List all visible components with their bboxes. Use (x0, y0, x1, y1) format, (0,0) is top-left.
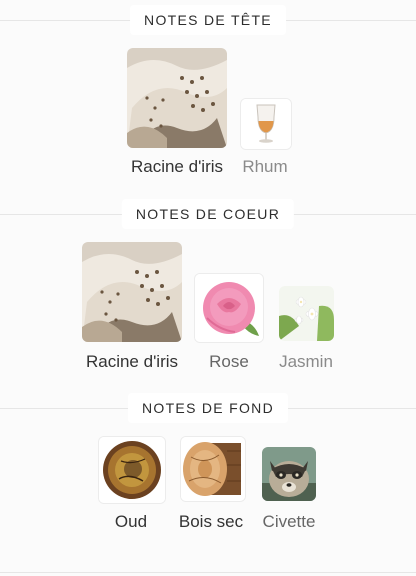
note-label: Oud (114, 512, 148, 531)
jasmine-image (279, 286, 334, 341)
section-header-top-notes: NOTES DE TÊTE (0, 3, 416, 37)
note-label: Jasmin (279, 352, 333, 371)
section-header-heart-notes: NOTES DE COEUR (0, 197, 416, 231)
note-label: Rhum (242, 157, 288, 176)
section-title: NOTES DE FOND (127, 393, 289, 423)
rum-glass-image (240, 98, 292, 150)
note-label: Rose (209, 352, 249, 371)
note-label: Civette (262, 512, 316, 531)
note-label: Racine d'iris (85, 352, 179, 371)
section-header-base-notes: NOTES DE FOND (0, 391, 416, 425)
iris-root-image (127, 48, 227, 148)
bottom-divider (0, 572, 416, 573)
iris-root-image (82, 242, 182, 342)
section-title: NOTES DE TÊTE (130, 5, 286, 35)
oud-wood-image (98, 436, 166, 504)
civet-image (262, 447, 316, 501)
note-label: Bois sec (178, 512, 244, 531)
rose-image (194, 273, 264, 343)
note-label: Racine d'iris (130, 157, 224, 176)
section-title: NOTES DE COEUR (121, 199, 295, 229)
dry-wood-image (180, 436, 246, 502)
